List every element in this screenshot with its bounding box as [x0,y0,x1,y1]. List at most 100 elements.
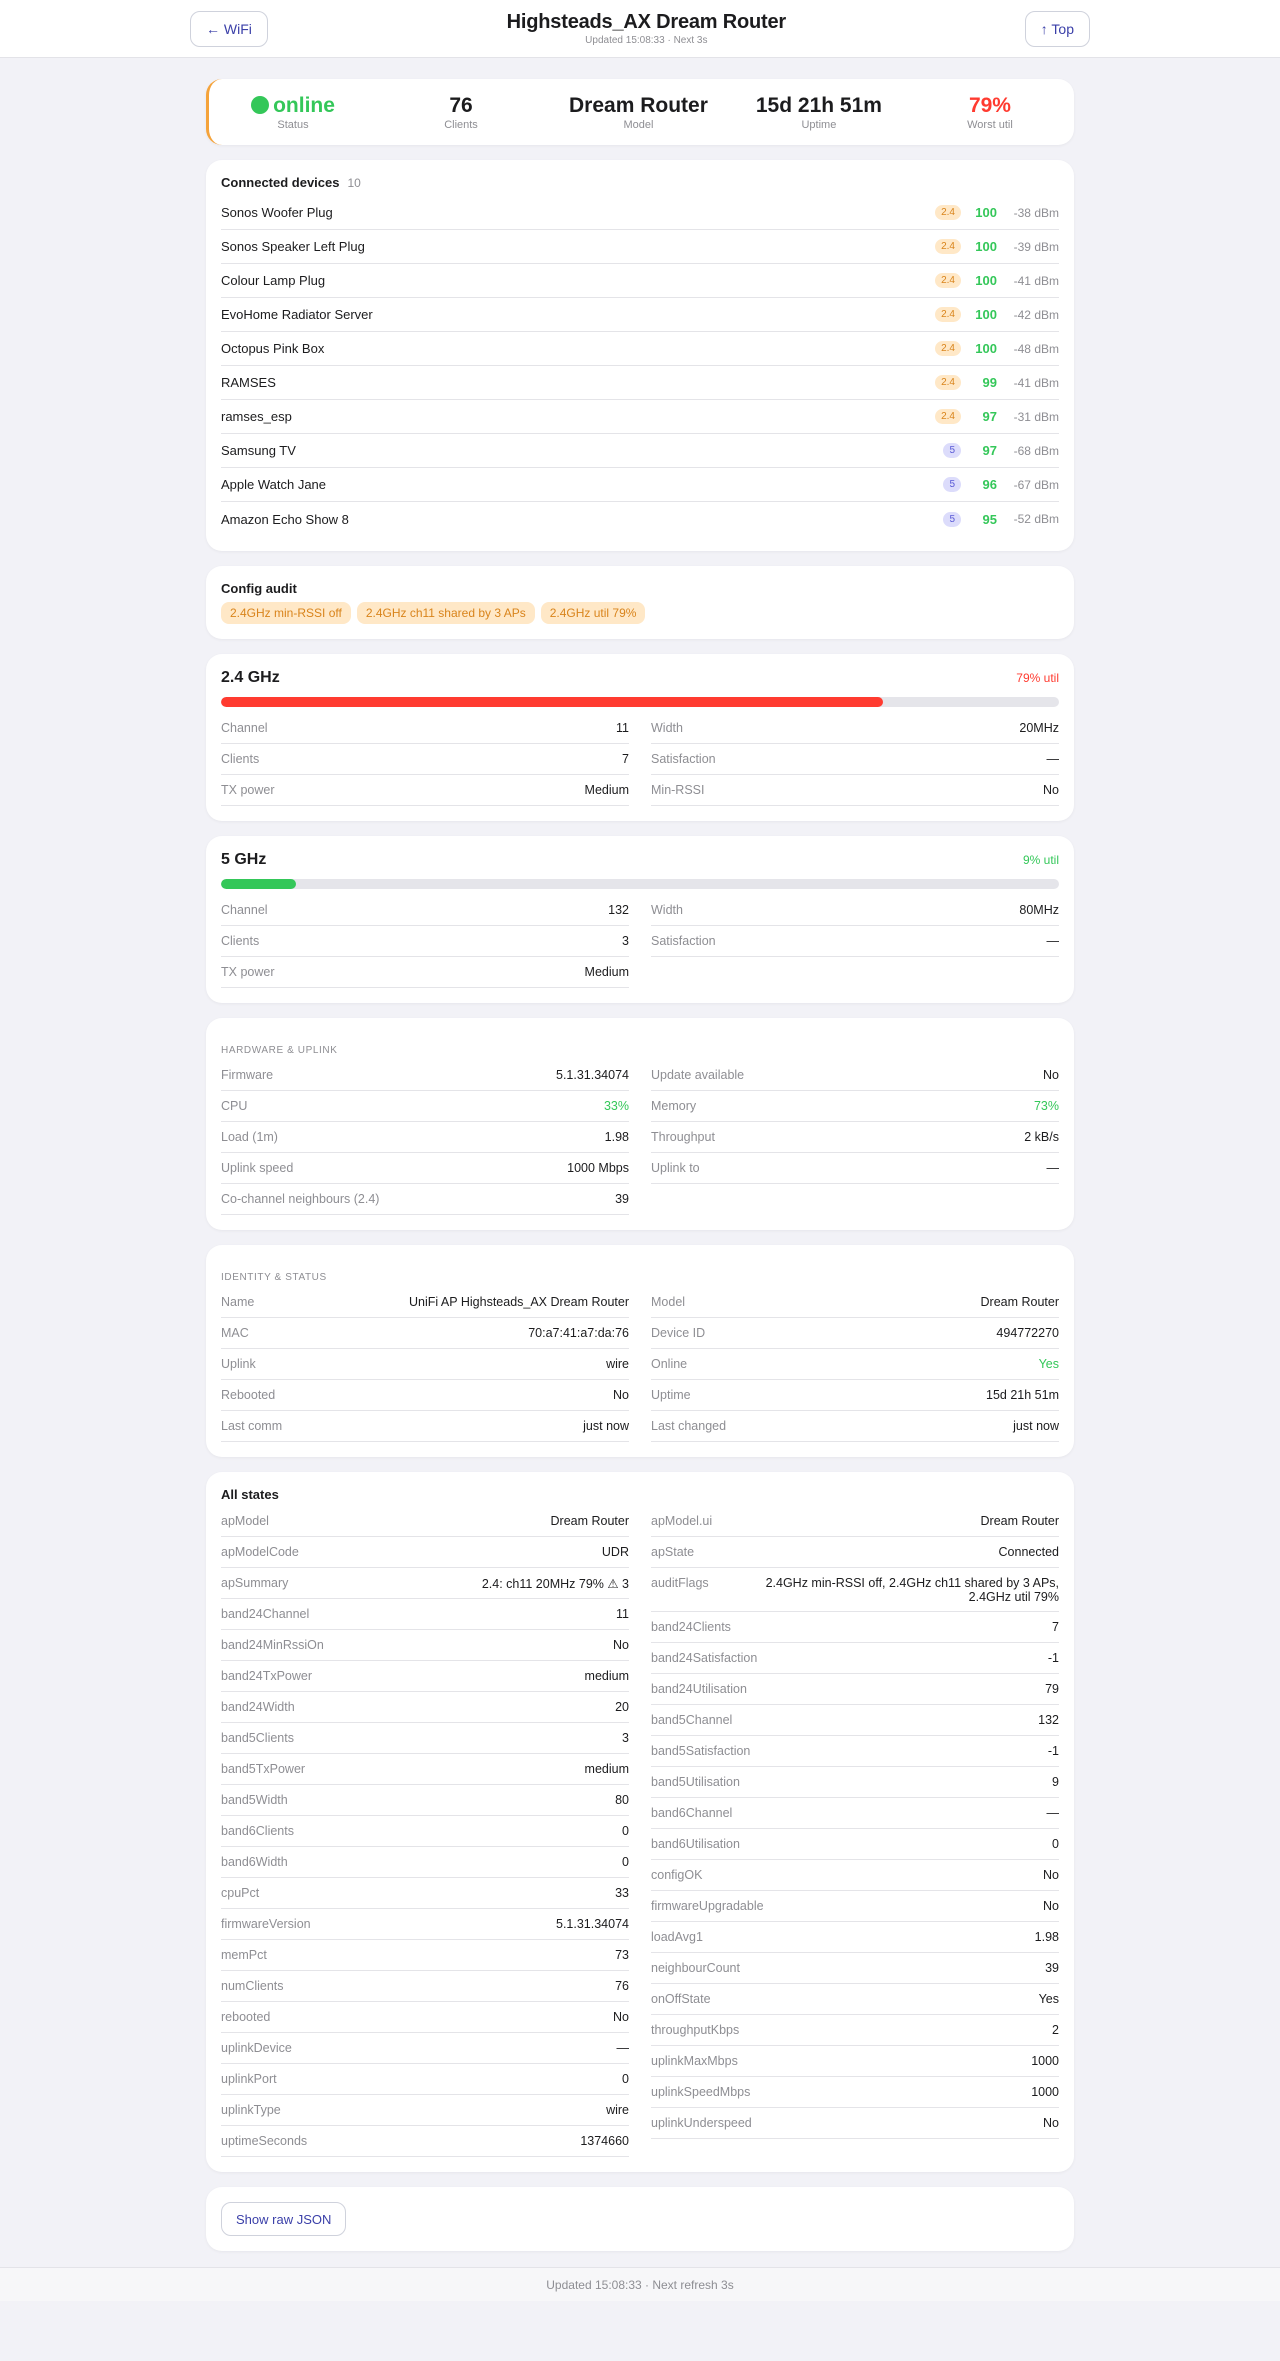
kv-value: 73 [615,1948,629,1962]
kv-row: Last comm just now [221,1411,629,1442]
kv-value: just now [583,1419,629,1433]
device-rssi: -39 dBm [1013,239,1059,254]
kv-key: Online [651,1357,688,1371]
device-name: RAMSES [221,375,276,390]
kv-row: rebooted No [221,2002,629,2033]
kv-key: numClients [221,1979,284,1993]
device-rssi: -42 dBm [1013,307,1059,322]
kv-row: apSummary 2.4: ch11 20MHz 79% ⚠ 3 [221,1568,629,1599]
kv-value: wire [606,2103,629,2117]
kv-value: — [1046,934,1060,948]
kv-key: Update available [651,1068,745,1082]
device-row[interactable]: Octopus Pink Box 2.4 100 -48 dBm [221,332,1059,366]
kv-row: uplinkSpeedMbps 1000 [651,2077,1059,2108]
model-label: Model [623,118,654,131]
kv-row: uptimeSeconds 1374660 [221,2126,629,2157]
kv-row: Uplink to — [651,1153,1059,1184]
kv-value: 3 [622,1731,629,1745]
hardware-card: Hardware & uplink Firmware 5.1.31.34074 CP… [206,1018,1074,1230]
kv-row: Width 80MHz [651,895,1059,926]
uptime-value: 15d 21h 51m [755,93,882,117]
kv-key: Satisfaction [651,752,716,766]
kv-row: band24Width 20 [221,1692,629,1723]
kv-key: TX power [221,783,275,797]
device-band-badge: 2.4 [935,341,961,356]
kv-key: Uplink [221,1357,256,1371]
kv-value: 80MHz [1019,903,1059,917]
kv-key: MAC [221,1326,249,1340]
device-row[interactable]: Colour Lamp Plug 2.4 100 -41 dBm [221,264,1059,298]
kv-value: No [613,2010,629,2024]
kv-row: configOK No [651,1860,1059,1891]
kv-value: 5.1.31.34074 [556,1917,629,1931]
kv-row: Satisfaction — [651,744,1059,775]
device-row[interactable]: RAMSES 2.4 99 -41 dBm [221,366,1059,400]
hardware-left-col: Firmware 5.1.31.34074 CPU 33% Load (1m) 1.98 U… [221,1060,629,1215]
kv-key: Width [651,721,683,735]
kv-key: band5Width [221,1793,288,1807]
device-list: Sonos Woofer Plug 2.4 100 -38 dBm Sonos Spea… [221,196,1059,536]
device-satisfaction: 100 [975,273,997,288]
kv-row: band24Channel 11 [221,1599,629,1630]
device-row[interactable]: Apple Watch Jane 5 96 -67 dBm [221,468,1059,502]
kv-row: apModel Dream Router [221,1506,629,1537]
kv-key: memPct [221,1948,267,1962]
kv-row: Uptime 15d 21h 51m [651,1380,1059,1411]
audit-title: Config audit [221,581,297,596]
kv-key: apModel.ui [651,1514,713,1528]
kv-key: Co-channel neighbours (2.4) [221,1192,380,1206]
kv-value: 9 [1052,1775,1059,1789]
kv-row: Load (1m) 1.98 [221,1122,629,1153]
device-rssi: -31 dBm [1013,409,1059,424]
kv-row: uplinkUnderspeed No [651,2108,1059,2139]
kv-key: Firmware [221,1068,274,1082]
kv-value: 1.98 [604,1130,629,1144]
states-title: All states [221,1487,279,1502]
kv-key: Last comm [221,1419,283,1433]
kv-key: Last changed [651,1419,727,1433]
main-content: online Status 76 Clients Dream Router Mo… [206,58,1074,2251]
status-label: Status [277,118,309,131]
worst-util-value: 79% [968,93,1011,117]
worst-util-label: Worst util [967,118,1013,131]
band-24-util-bar [221,697,1059,707]
kv-row: band6Utilisation 0 [651,1829,1059,1860]
scroll-top-button[interactable]: ↑ Top [1024,10,1090,47]
kv-row: Uplink speed 1000 Mbps [221,1153,629,1184]
device-name: Sonos Woofer Plug [221,205,333,220]
kv-value: Connected [998,1545,1059,1559]
kv-key: loadAvg1 [651,1930,703,1944]
identity-card: Identity & status Name UniFi AP Highstead… [206,1245,1074,1457]
band-5-header: 5 GHz 9% util [221,851,1059,869]
top-bar: ← WiFi Highsteads_AX Dream Router Update… [0,0,1280,58]
back-to-wifi-button[interactable]: ← WiFi [190,10,268,47]
device-name: Amazon Echo Show 8 [221,511,349,527]
device-name: Samsung TV [221,443,296,458]
audit-chips: 2.4GHz min-RSSI off 2.4GHz ch11 shared by… [221,602,1059,624]
clients-label: Clients [444,118,478,131]
kv-key: apSummary [221,1576,289,1590]
device-row[interactable]: Samsung TV 5 97 -68 dBm [221,434,1059,468]
kv-row: uplinkType wire [221,2095,629,2126]
kv-value: Yes [1038,1992,1059,2006]
kv-key: band24Utilisation [651,1682,747,1696]
identity-left-col: Name UniFi AP Highsteads_AX Dream Router M… [221,1287,629,1442]
device-row[interactable]: Sonos Woofer Plug 2.4 100 -38 dBm [221,196,1059,230]
band-5-right-col: Width 80MHz Satisfaction — [651,895,1059,988]
show-raw-json-button[interactable]: Show raw JSON [221,2202,347,2236]
kv-key: band5Satisfaction [651,1744,751,1758]
kv-key: apState [651,1545,695,1559]
kv-row: band5Satisfaction -1 [651,1736,1059,1767]
device-row[interactable]: ramses_esp 2.4 97 -31 dBm [221,400,1059,434]
kv-key: Width [651,903,683,917]
device-rssi: -68 dBm [1013,443,1059,458]
kv-value: 2 [1052,2023,1059,2037]
device-row[interactable]: Sonos Speaker Left Plug 2.4 100 -39 dBm [221,230,1059,264]
device-row[interactable]: Amazon Echo Show 8 5 95 -52 dBm [221,502,1059,536]
identity-right-col: Model Dream Router Device ID 494772270 Onlin… [651,1287,1059,1442]
kv-value: -1 [1047,1744,1059,1758]
kv-row: CPU 33% [221,1091,629,1122]
kv-value: 15d 21h 51m [986,1388,1059,1402]
device-row[interactable]: EvoHome Radiator Server 2.4 100 -42 dBm [221,298,1059,332]
band-24-header: 2.4 GHz 79% util [221,669,1059,687]
